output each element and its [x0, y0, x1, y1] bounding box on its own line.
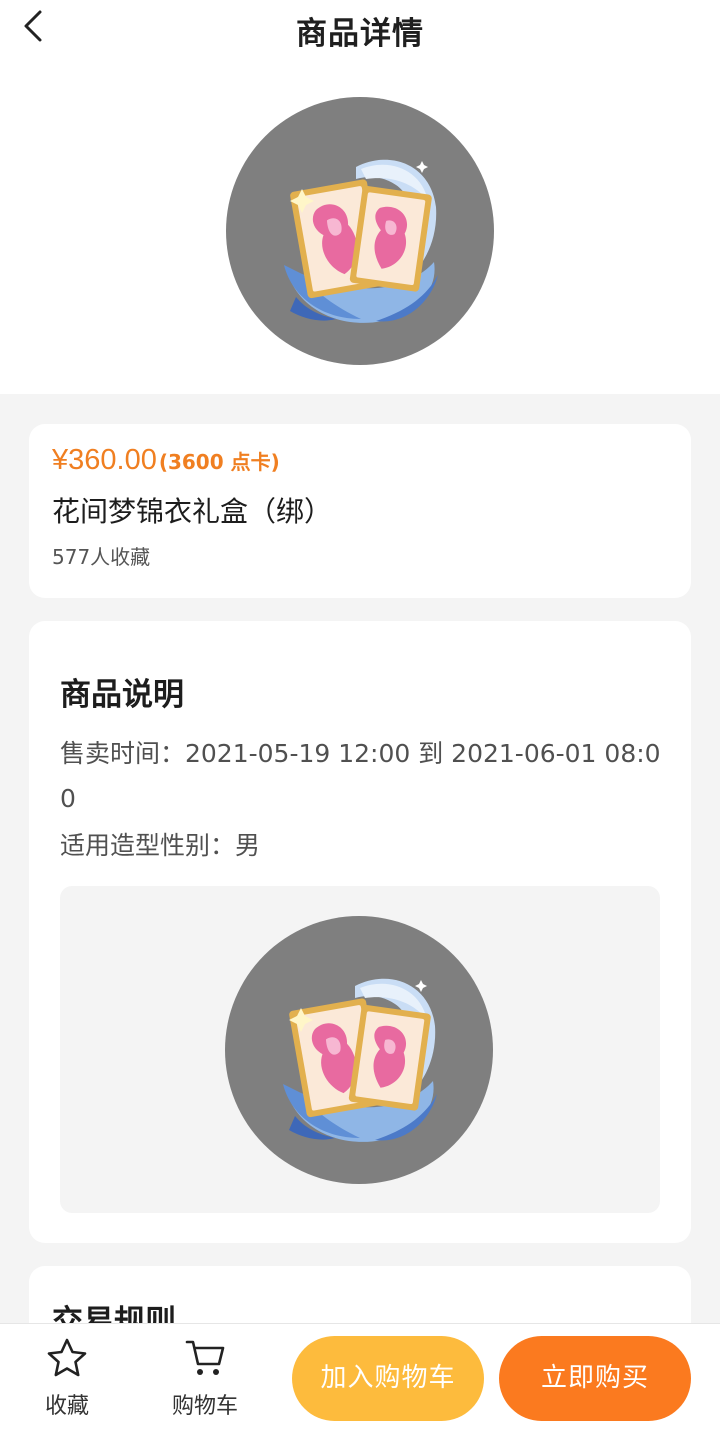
- price-points: (3600 点卡): [158, 450, 280, 474]
- price-row: ¥360.00 (3600 点卡): [52, 444, 280, 477]
- add-to-cart-button[interactable]: 加入购物车: [292, 1336, 484, 1421]
- description-product-image: [225, 916, 493, 1184]
- favorite-count: 577人收藏: [52, 545, 151, 569]
- buy-now-button[interactable]: 立即购买: [499, 1336, 691, 1421]
- star-outline-icon: [47, 1338, 87, 1377]
- product-detail-page: 商品详情 ¥360.00 (3600 点卡) 花间梦锦衣礼盒（绑） 577人收藏…: [0, 0, 720, 1447]
- description-image-box: [60, 886, 660, 1213]
- product-image: [226, 97, 494, 365]
- cart-label: 购物车: [171, 1394, 238, 1419]
- price-card: ¥360.00 (3600 点卡) 花间梦锦衣礼盒（绑） 577人收藏: [29, 424, 691, 598]
- hero-section: [0, 56, 720, 394]
- sale-time: 售卖时间：2021-05-19 12:00 到 2021-06-01 08:00: [60, 739, 661, 813]
- favorite-label: 收藏: [44, 1394, 89, 1419]
- favorite-button[interactable]: 收藏: [22, 1336, 112, 1420]
- shopping-cart-icon: [185, 1340, 225, 1375]
- cart-button[interactable]: 购物车: [160, 1336, 250, 1420]
- description-card: 商品说明 售卖时间：2021-05-19 12:00 到 2021-06-01 …: [29, 621, 691, 1243]
- bottom-action-bar: 收藏 购物车 加入购物车 立即购买: [0, 1323, 720, 1447]
- description-title: 商品说明: [60, 677, 184, 713]
- gift-box-illustration: [283, 978, 437, 1142]
- gift-box-illustration: [284, 159, 438, 323]
- product-name: 花间梦锦衣礼盒（绑）: [52, 495, 333, 528]
- applicable-gender: 适用造型性别：男: [60, 831, 261, 860]
- page-title: 商品详情: [296, 16, 424, 52]
- price: ¥360.00: [52, 444, 157, 476]
- header: 商品详情: [0, 0, 720, 56]
